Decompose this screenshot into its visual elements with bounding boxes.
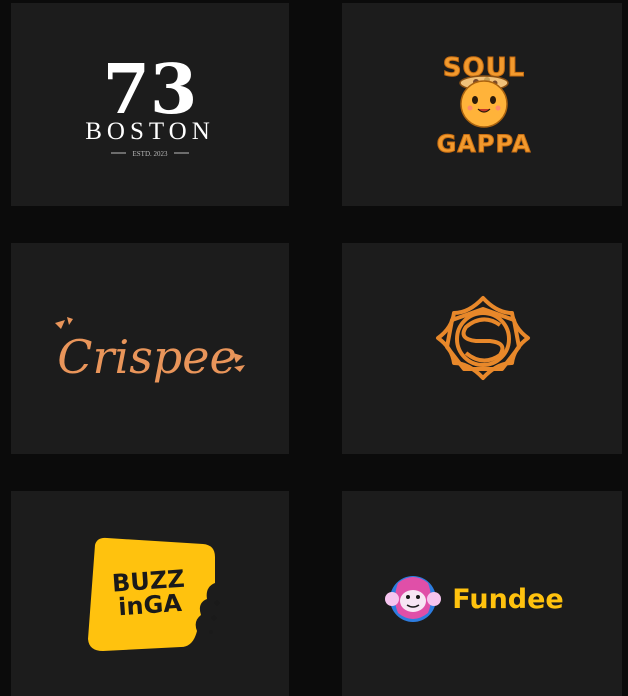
logo-portfolio-grid: 73 BOSTON ESTD. 2023 SOUL GAPPA Crispee … <box>0 0 628 696</box>
logo-card-lotus-emblem[interactable] <box>342 243 622 454</box>
logo-73-boston: 73 BOSTON ESTD. 2023 <box>85 50 215 158</box>
lotus-s-emblem-icon <box>436 296 530 380</box>
sparkle-left-icon <box>55 317 73 329</box>
logo-inga-text: inGA <box>117 589 183 621</box>
logo-fundee: Fundee <box>385 576 564 622</box>
logo-card-soul-gappa[interactable]: SOUL GAPPA <box>342 3 622 206</box>
logo-fundee-word: Fundee <box>452 584 564 615</box>
logo-crispee: Crispee <box>55 317 245 384</box>
logo-73-tagline: ESTD. 2023 <box>133 150 169 158</box>
logo-card-crispee[interactable]: Crispee <box>11 243 289 454</box>
logo-soul-gappa: SOUL GAPPA <box>436 53 532 159</box>
fundee-monkey-icon <box>385 576 441 622</box>
logo-gappa-text: GAPPA <box>437 130 532 158</box>
logo-buzzinga: BUZZ inGA <box>88 537 220 651</box>
logo-crispee-word: Crispee <box>57 330 236 384</box>
bite-crumbs-icon <box>209 600 220 634</box>
logo-card-73-boston[interactable]: 73 BOSTON ESTD. 2023 <box>11 3 289 206</box>
logo-73-word: BOSTON <box>85 118 215 145</box>
logo-card-fundee[interactable]: Fundee <box>342 491 622 696</box>
gappa-bowl-mascot-icon <box>459 75 509 128</box>
logo-card-buzzinga[interactable]: BUZZ inGA <box>11 491 289 696</box>
